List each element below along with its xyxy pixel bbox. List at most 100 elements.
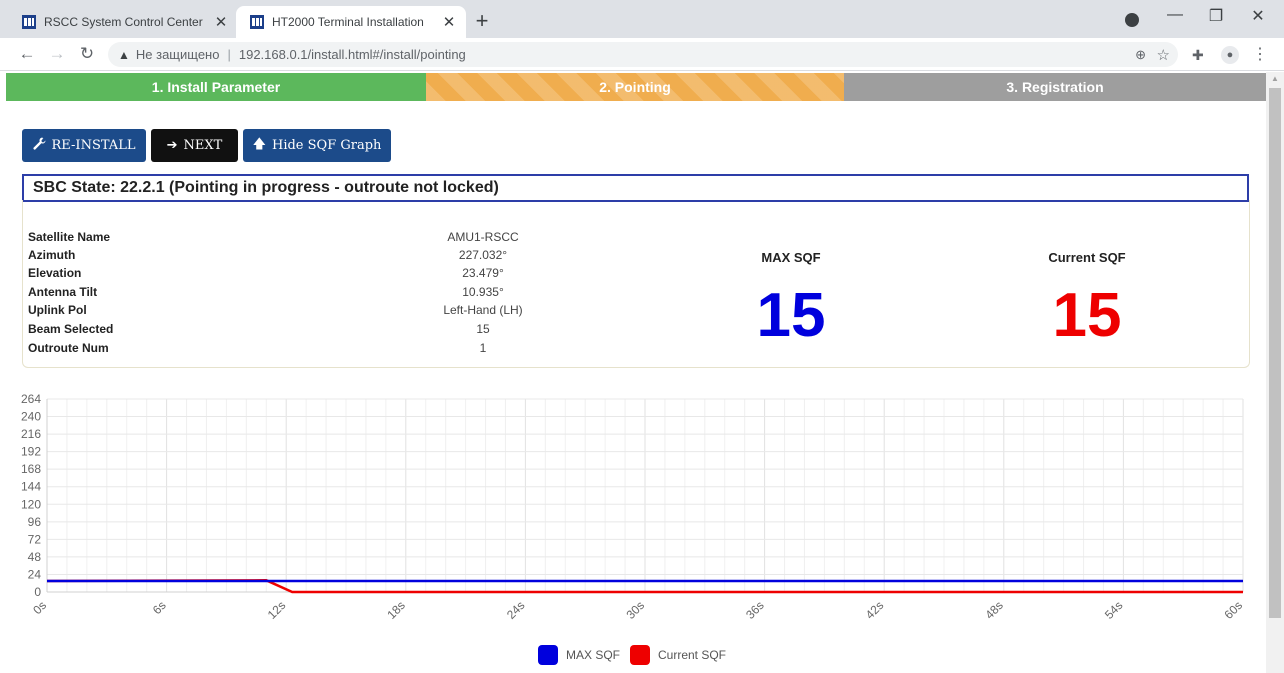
- y-tick-label: 192: [21, 445, 41, 459]
- y-tick-label: 264: [21, 392, 41, 406]
- current-sqf-title: Current SQF: [1048, 250, 1126, 265]
- site-favicon-icon: [250, 15, 264, 29]
- extensions-icon[interactable]: ✚: [1192, 47, 1204, 64]
- zoom-icon[interactable]: ⊕: [1135, 47, 1146, 63]
- info-value: 10.935°: [462, 285, 504, 299]
- x-tick-label: 6s: [150, 598, 169, 617]
- reload-icon[interactable]: ↻: [77, 44, 97, 64]
- x-tick-label: 30s: [624, 598, 648, 622]
- next-label: NEXT: [183, 138, 223, 153]
- sbc-state-text: SBC State: 22.2.1 (Pointing in progress …: [33, 179, 499, 196]
- security-label[interactable]: Не защищено: [136, 47, 220, 62]
- info-value: 23.479°: [462, 266, 504, 280]
- legend-item-max-sqf[interactable]: MAX SQF: [538, 645, 620, 665]
- reinstall-label: RE-INSTALL: [51, 138, 136, 153]
- wrench-icon: [32, 137, 46, 154]
- step-pointing[interactable]: 2. Pointing: [426, 73, 844, 101]
- info-label: Elevation: [28, 266, 82, 280]
- info-row: Elevation 23.479°: [28, 266, 728, 284]
- current-sqf-value: 15: [1052, 281, 1122, 350]
- tab-title: HT2000 Terminal Installation: [272, 15, 424, 29]
- tab-ht2000[interactable]: HT2000 Terminal Installation ✕: [236, 6, 466, 38]
- browser-tab-strip: RSCC System Control Center ✕ HT2000 Term…: [0, 0, 1284, 38]
- y-tick-label: 144: [21, 480, 41, 494]
- back-icon[interactable]: ←: [17, 44, 37, 64]
- x-tick-label: 0s: [30, 598, 49, 617]
- arrow-up-icon: 🡅: [252, 136, 266, 152]
- forward-icon[interactable]: →: [47, 44, 67, 64]
- info-row: Uplink Pol Left-Hand (LH): [28, 303, 728, 321]
- y-tick-label: 240: [21, 410, 41, 424]
- close-tab-icon[interactable]: ✕: [438, 13, 460, 31]
- hide-sqf-graph-button[interactable]: 🡅 Hide SQF Graph: [243, 129, 391, 162]
- divider: |: [227, 47, 231, 62]
- max-sqf-value: 15: [756, 281, 826, 350]
- x-tick-label: 18s: [384, 598, 408, 622]
- arrow-right-icon: ➔: [166, 138, 178, 153]
- x-tick-label: 54s: [1102, 598, 1126, 622]
- info-value: AMU1-RSCC: [447, 230, 519, 244]
- minimize-icon[interactable]: —: [1160, 6, 1190, 24]
- y-tick-label: 96: [28, 515, 42, 529]
- info-value: Left-Hand (LH): [443, 303, 523, 317]
- x-tick-label: 42s: [863, 598, 887, 622]
- restore-icon[interactable]: ❐: [1201, 6, 1231, 26]
- step-registration[interactable]: 3. Registration: [844, 73, 1266, 101]
- warning-icon[interactable]: ▲: [118, 48, 130, 62]
- legend-swatch-blue: [538, 645, 558, 665]
- x-tick-label: 24s: [504, 598, 528, 622]
- close-tab-icon[interactable]: ✕: [210, 13, 232, 31]
- tab-rscc[interactable]: RSCC System Control Center ✕: [8, 6, 238, 38]
- bookmark-star-icon[interactable]: ☆: [1157, 46, 1170, 64]
- legend-item-current-sqf[interactable]: Current SQF: [630, 645, 726, 665]
- y-tick-label: 0: [34, 585, 41, 599]
- tab-title: RSCC System Control Center: [44, 15, 203, 29]
- info-label: Satellite Name: [28, 230, 111, 244]
- info-row: Azimuth 227.032°: [28, 248, 728, 266]
- chart-legend: MAX SQF Current SQF: [0, 645, 1284, 665]
- address-bar-row: ← → ↻ ▲ Не защищено | 192.168.0.1/instal…: [0, 38, 1284, 71]
- site-favicon-icon: [22, 15, 36, 29]
- legend-label: MAX SQF: [566, 648, 621, 662]
- y-tick-label: 120: [21, 497, 41, 511]
- legend-swatch-red: [630, 645, 650, 665]
- x-tick-label: 48s: [982, 598, 1006, 622]
- close-window-icon[interactable]: ✕: [1243, 6, 1273, 26]
- info-label: Outroute Num: [28, 341, 109, 355]
- info-label: Beam Selected: [28, 322, 114, 336]
- y-tick-label: 216: [21, 427, 41, 441]
- hide-graph-label: Hide SQF Graph: [271, 138, 382, 153]
- install-steps: 1. Install Parameter 2. Pointing 3. Regi…: [6, 73, 1266, 101]
- page-scrollbar[interactable]: ▲: [1266, 72, 1284, 673]
- scroll-up-icon[interactable]: ▲: [1271, 74, 1279, 83]
- x-tick-label: 36s: [743, 598, 767, 622]
- y-tick-label: 48: [28, 550, 42, 564]
- sbc-state-box: SBC State: 22.2.1 (Pointing in progress …: [22, 174, 1249, 202]
- legend-label: Current SQF: [658, 648, 727, 662]
- info-value: 1: [479, 341, 487, 355]
- info-label: Uplink Pol: [28, 303, 87, 317]
- info-label: Antenna Tilt: [28, 285, 98, 299]
- step-install-parameter[interactable]: 1. Install Parameter: [6, 73, 426, 101]
- menu-kebab-icon[interactable]: ⋮: [1252, 44, 1268, 64]
- info-row: Beam Selected 15: [28, 322, 728, 340]
- info-row: Antenna Tilt 10.935°: [28, 285, 728, 303]
- info-label: Azimuth: [28, 248, 76, 262]
- x-tick-label: 60s: [1222, 598, 1246, 622]
- scrollbar-thumb[interactable]: [1269, 88, 1281, 618]
- y-tick-label: 168: [21, 462, 41, 476]
- max-sqf-title: MAX SQF: [761, 250, 821, 265]
- x-tick-label: 12s: [265, 598, 289, 622]
- info-value: 227.032°: [458, 248, 508, 262]
- new-tab-button[interactable]: +: [470, 8, 494, 34]
- next-button[interactable]: ➔ NEXT: [151, 129, 238, 162]
- url-text[interactable]: 192.168.0.1/install.html#/install/pointi…: [239, 47, 466, 62]
- y-tick-label: 24: [28, 567, 42, 581]
- tab-search-icon[interactable]: [1125, 13, 1139, 27]
- profile-avatar-icon[interactable]: ●: [1221, 46, 1239, 64]
- info-row: Satellite Name AMU1-RSCC: [28, 230, 728, 248]
- pointing-info-panel: Satellite Name AMU1-RSCC Azimuth 227.032…: [22, 200, 1250, 368]
- sqf-line-chart: 0 24 48 72 96 120 144 168 192 216 240 264 0s 6s 12s 18s…: [21, 392, 1246, 622]
- reinstall-button[interactable]: RE-INSTALL: [22, 129, 146, 162]
- omnibox[interactable]: ▲ Не защищено | 192.168.0.1/install.html…: [108, 42, 1178, 67]
